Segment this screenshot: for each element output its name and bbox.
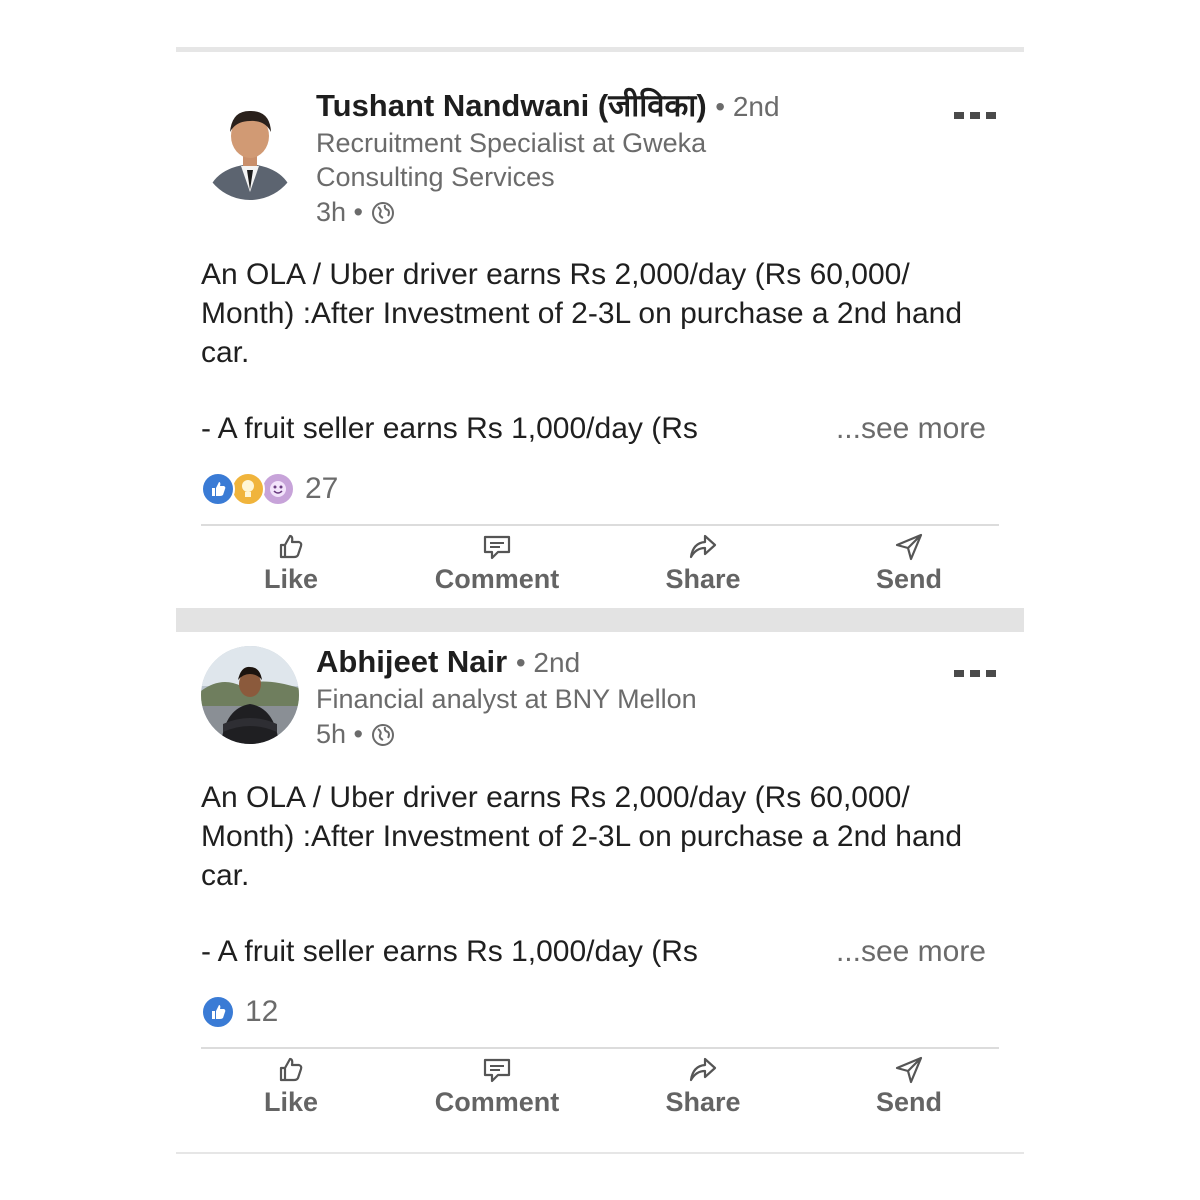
post-meta: 5h • xyxy=(316,719,395,750)
thumbs-up-icon xyxy=(279,534,303,559)
like-label: Like xyxy=(263,1087,319,1117)
like-reaction-icon xyxy=(201,995,235,1029)
post-meta: 3h • xyxy=(316,197,395,228)
send-label: Send xyxy=(875,564,942,594)
share-button[interactable]: Share xyxy=(613,532,793,595)
comment-label: Comment xyxy=(434,564,560,594)
post-teaser-row: - A fruit seller earns Rs 1,000/day (Rs … xyxy=(201,935,986,969)
send-label: Send xyxy=(875,1087,942,1117)
thumbs-up-icon xyxy=(279,1057,303,1082)
more-options-button[interactable] xyxy=(954,112,996,119)
dot-icon xyxy=(986,112,996,119)
post-separator xyxy=(176,608,1024,632)
insightful-reaction-icon xyxy=(231,472,265,506)
post-teaser: - A fruit seller earns Rs 1,000/day (Rs xyxy=(201,412,698,445)
author-name[interactable]: Abhijeet Nair • 2nd xyxy=(316,644,580,680)
author-name-text[interactable]: Tushant Nandwani (जीविका) xyxy=(316,88,707,123)
send-icon xyxy=(895,1056,923,1084)
reaction-count: 12 xyxy=(245,995,279,1028)
dot-icon xyxy=(954,670,964,677)
send-button[interactable]: Send xyxy=(819,532,999,595)
reactions-summary[interactable]: 27 xyxy=(201,472,338,506)
post-body: An OLA / Uber driver earns Rs 2,000/day … xyxy=(201,258,963,369)
post-teaser-row: - A fruit seller earns Rs 1,000/day (Rs … xyxy=(201,412,986,446)
funny-reaction-icon xyxy=(261,472,295,506)
dot-icon xyxy=(970,112,980,119)
action-bar: Like Comment Share Send xyxy=(201,532,999,595)
send-button[interactable]: Send xyxy=(819,1055,999,1118)
connection-degree: • 2nd xyxy=(515,647,581,678)
more-options-button[interactable] xyxy=(954,670,996,677)
share-label: Share xyxy=(665,1087,741,1117)
reaction-count: 27 xyxy=(305,472,339,505)
globe-icon xyxy=(372,201,394,224)
comment-label: Comment xyxy=(434,1087,560,1117)
see-more-link[interactable]: ...see more xyxy=(836,935,986,969)
bottom-divider xyxy=(176,1152,1024,1154)
action-bar-divider xyxy=(201,1047,999,1049)
dot-icon xyxy=(986,670,996,677)
author-name-text[interactable]: Abhijeet Nair xyxy=(316,644,507,679)
post-time: 5h • xyxy=(316,719,363,749)
like-label: Like xyxy=(263,564,319,594)
feed: Tushant Nandwani (जीविका) • 2nd Recruitm… xyxy=(176,47,1024,1154)
share-label: Share xyxy=(665,564,741,594)
dot-icon xyxy=(954,112,964,119)
like-button[interactable]: Like xyxy=(201,532,381,595)
feed-post: Abhijeet Nair • 2nd Financial analyst at… xyxy=(176,632,1024,1152)
feed-post: Tushant Nandwani (जीविका) • 2nd Recruitm… xyxy=(176,52,1024,608)
send-icon xyxy=(895,533,923,561)
share-button[interactable]: Share xyxy=(613,1055,793,1118)
post-teaser: - A fruit seller earns Rs 1,000/day (Rs xyxy=(201,935,698,968)
globe-icon xyxy=(372,723,394,746)
see-more-link[interactable]: ...see more xyxy=(836,412,986,446)
dot-icon xyxy=(970,670,980,677)
share-icon xyxy=(689,534,717,559)
comment-button[interactable]: Comment xyxy=(407,1055,587,1118)
author-avatar[interactable] xyxy=(201,646,299,744)
reactions-summary[interactable]: 12 xyxy=(201,995,278,1029)
author-headline: Financial analyst at BNY Mellon xyxy=(316,684,697,714)
connection-degree: • 2nd xyxy=(715,91,780,122)
action-bar: Like Comment Share Send xyxy=(201,1055,999,1118)
post-body: An OLA / Uber driver earns Rs 2,000/day … xyxy=(201,781,963,892)
comment-icon xyxy=(483,535,511,560)
post-time: 3h • xyxy=(316,197,363,227)
action-bar-divider xyxy=(201,524,999,526)
comment-button[interactable]: Comment xyxy=(407,532,587,595)
comment-icon xyxy=(483,1058,511,1083)
like-button[interactable]: Like xyxy=(201,1055,381,1118)
author-headline: Recruitment Specialist at Gweka Consulti… xyxy=(316,128,707,192)
share-icon xyxy=(689,1057,717,1082)
like-reaction-icon xyxy=(201,472,235,506)
author-name[interactable]: Tushant Nandwani (जीविका) • 2nd xyxy=(316,84,780,126)
author-avatar[interactable] xyxy=(201,102,299,200)
